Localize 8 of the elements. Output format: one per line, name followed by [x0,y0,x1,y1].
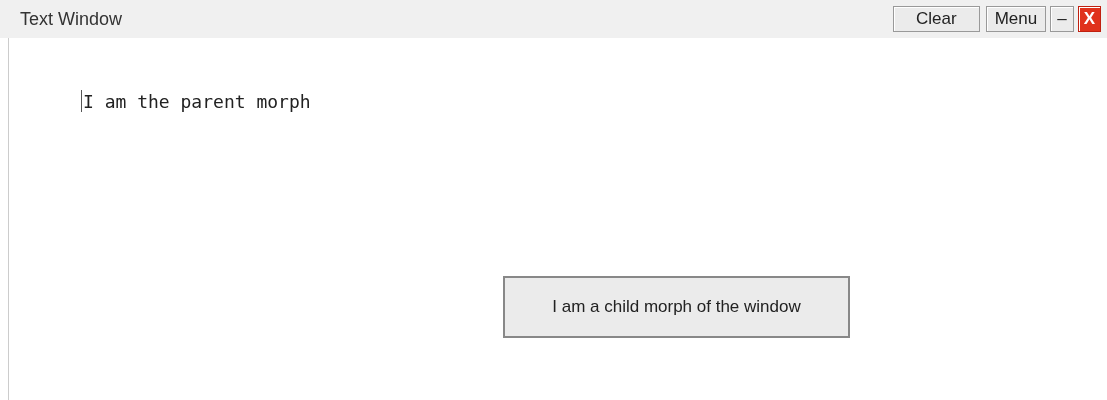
minimize-button[interactable]: – [1050,6,1074,32]
parent-morph-text[interactable]: I am the parent morph [83,90,311,112]
text-cursor [81,90,82,112]
window-title: Text Window [20,8,124,30]
window-button[interactable]: Menu [985,6,1047,32]
child-morph[interactable]: I am a child morph of the window [503,276,850,338]
window-button[interactable]: Clear [893,6,980,32]
close-button[interactable]: X [1077,6,1101,32]
